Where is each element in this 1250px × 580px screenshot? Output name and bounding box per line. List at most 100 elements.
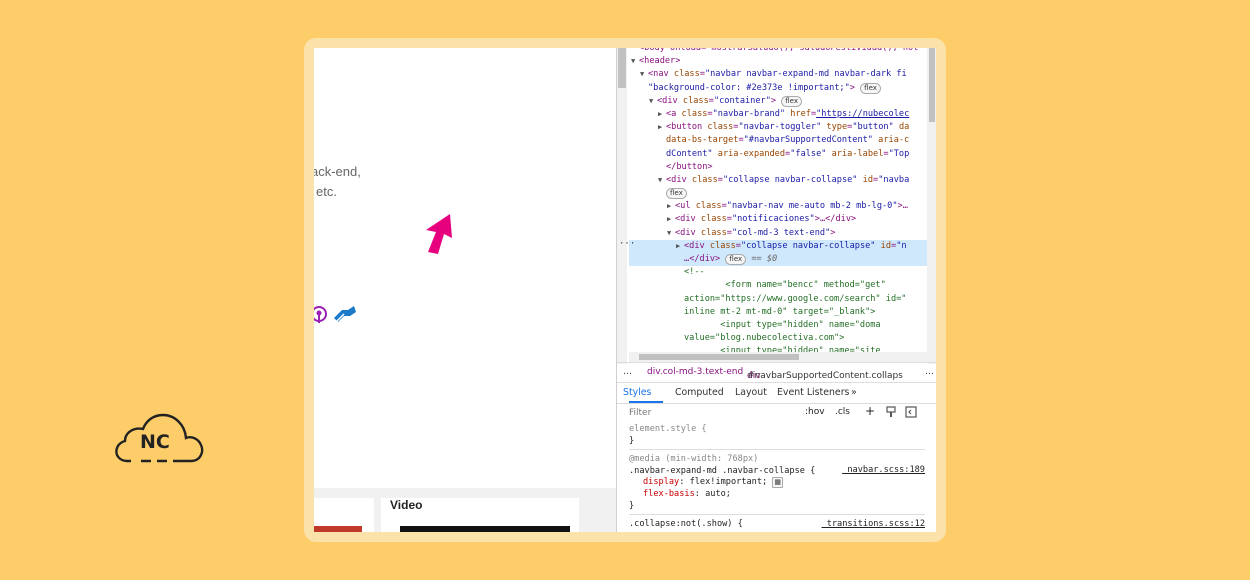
pointer-arrow-icon: [426, 214, 452, 254]
dom-node[interactable]: <!--: [629, 266, 927, 279]
dom-node[interactable]: "background-color: #2e373e !important;">…: [629, 82, 927, 95]
dom-node-selected[interactable]: ▶ <div class="collapse navbar-collapse" i…: [629, 239, 927, 253]
dom-node-markup: dContent" aria-expanded="false" aria-lab…: [666, 148, 910, 159]
dom-node-markup: <!--: [684, 267, 705, 278]
style-rule-navbar-collapse[interactable]: @media (min-width: 768px) .navbar-expand…: [629, 454, 925, 516]
dom-node[interactable]: <body onload="mostrarSaludo(); saludoFes…: [629, 48, 927, 55]
dom-node-markup: <form name="bencc" method="get": [684, 280, 886, 291]
dom-node-markup: value="blog.nubecolectiva.com">: [684, 333, 845, 344]
style-rule-collapse-not-show[interactable]: .collapse:not(.show) { _transitions.scss…: [629, 519, 925, 532]
breadcrumb: … div.col-md-3.text-end div #navbarSuppor…: [617, 362, 936, 383]
dom-node[interactable]: <input type="hidden" name="doma: [629, 319, 927, 332]
nubecolectiva-logo: NC: [113, 405, 205, 467]
dom-node-selected[interactable]: …</div> flex == $0: [629, 253, 927, 267]
filter-input[interactable]: [629, 406, 793, 420]
dom-node-markup: <header>: [639, 56, 681, 67]
dom-node[interactable]: ▶ <button class="navbar-toggler" type="bu…: [629, 121, 927, 134]
media-query: @media (min-width: 768px): [629, 454, 759, 465]
video-card[interactable]: Video: [381, 498, 579, 532]
flexbox-editor-icon[interactable]: ▦: [772, 477, 783, 489]
dom-node[interactable]: ▼ <nav class="navbar navbar-expand-md nav…: [629, 68, 927, 81]
sidebar-tabs: Styles Computed Layout Event Listeners »: [617, 382, 936, 404]
active-tab-indicator: [629, 401, 663, 403]
dom-node-markup: flex: [666, 188, 687, 200]
dom-node-markup: <div class="container"> flex: [657, 95, 802, 107]
elements-horizontal-scrollbar[interactable]: [629, 352, 927, 362]
dom-node[interactable]: <input type="hidden" name="site: [629, 345, 927, 352]
elements-vertical-scrollbar[interactable]: [927, 48, 936, 364]
hov-toggle[interactable]: :hov: [805, 407, 825, 417]
dom-node-markup: <button class="navbar-toggler" type="but…: [666, 122, 910, 133]
dom-node[interactable]: ▶ <a class="navbar-brand" href="https://n…: [629, 108, 927, 121]
dom-node[interactable]: action="https://www.google.com/search" i…: [629, 293, 927, 306]
dom-node-markup: …</div> flex == $0: [684, 254, 778, 265]
dom-node-markup: action="https://www.google.com/search" i…: [684, 293, 907, 304]
new-rule-button[interactable]: +: [865, 404, 875, 418]
tab-styles[interactable]: Styles: [623, 387, 651, 398]
dom-node-markup: inline mt-2 mt-md-0" target="_blank">: [684, 306, 876, 317]
social-icons: [314, 304, 358, 331]
tab-computed[interactable]: Computed: [675, 387, 724, 398]
paint-brush-icon[interactable]: [885, 406, 897, 418]
rule-source-link[interactable]: _navbar.scss:189: [842, 465, 925, 477]
toggle-sidebar-icon[interactable]: [905, 406, 917, 418]
dom-node-markup: <div class="notificaciones">…</div>: [675, 214, 857, 225]
dom-node[interactable]: flex: [629, 187, 927, 200]
elements-tree[interactable]: <body onload="mostrarSaludo(); saludoFes…: [629, 48, 927, 352]
logo-text: NC: [140, 431, 170, 453]
dom-node[interactable]: inline mt-2 mt-md-0" target="_blank">: [629, 306, 927, 319]
web-page: ack-end, etc. Video: [314, 48, 616, 532]
breadcrumb-item[interactable]: div.col-md-3.text-end: [647, 367, 743, 377]
expand-right-icon[interactable]: ▶: [667, 213, 675, 226]
dom-node-markup: <body onload="mostrarSaludo(); saludoFes…: [639, 48, 919, 53]
dom-node-markup: <div class="collapse navbar-collapse" id…: [684, 240, 907, 251]
expand-right-icon[interactable]: ▶: [667, 200, 675, 213]
style-declaration[interactable]: flex-basis: auto;: [629, 489, 925, 501]
expand-right-icon[interactable]: ▶: [676, 240, 684, 253]
dom-node[interactable]: ▶ <div class="notificaciones">…</div>: [629, 213, 927, 226]
rule-source-link[interactable]: _transitions.scss:12: [822, 519, 925, 531]
expand-down-icon[interactable]: ▼: [640, 68, 648, 81]
thumbnail-image: [314, 526, 362, 532]
tab-layout[interactable]: Layout: [735, 387, 767, 398]
expand-down-icon[interactable]: ▼: [667, 227, 675, 240]
dom-node[interactable]: </button>: [629, 161, 927, 174]
expand-down-icon[interactable]: ▼: [649, 95, 657, 108]
style-declaration[interactable]: display: flex!important; ▦: [629, 477, 925, 489]
dom-node-markup: <a class="navbar-brand" href="https://nu…: [666, 108, 910, 119]
tabs-more-chevron[interactable]: »: [851, 387, 857, 398]
dom-node-markup: data-bs-target="#navbarSupportedContent"…: [666, 135, 910, 146]
style-rule-element[interactable]: element.style { }: [629, 424, 925, 451]
thumbnail-card[interactable]: [314, 498, 374, 532]
dom-node[interactable]: dContent" aria-expanded="false" aria-lab…: [629, 148, 927, 161]
rule-close: }: [629, 435, 635, 446]
dom-node[interactable]: ▼ <div class="container"> flex: [629, 95, 927, 108]
dom-node-markup: <div class="col-md-3 text-end">: [675, 227, 836, 238]
video-card-title: Video: [390, 498, 423, 512]
expand-down-icon[interactable]: ▼: [658, 174, 666, 187]
video-player[interactable]: [400, 526, 570, 532]
page-scrollbar[interactable]: [617, 48, 627, 364]
dom-node-markup: </button>: [666, 161, 713, 172]
expand-right-icon[interactable]: ▶: [658, 121, 666, 134]
expand-right-icon[interactable]: ▶: [658, 108, 666, 121]
dom-node[interactable]: ▼ <div class="collapse navbar-collapse" i…: [629, 174, 927, 187]
row-actions-dots[interactable]: ···: [619, 239, 635, 249]
tab-event-listeners[interactable]: Event Listeners: [777, 387, 849, 398]
dom-node[interactable]: ▼ <div class="col-md-3 text-end">: [629, 227, 927, 240]
dom-node-markup: <nav class="navbar navbar-expand-md navb…: [648, 69, 907, 80]
styles-pane: element.style { } @media (min-width: 768…: [629, 424, 925, 532]
breadcrumb-ellipsis[interactable]: …: [623, 367, 632, 377]
dom-node[interactable]: data-bs-target="#navbarSupportedContent"…: [629, 134, 927, 147]
dom-node-markup: <ul class="navbar-nav me-auto mb-2 mb-lg…: [675, 201, 908, 212]
dom-node-markup: <input type="hidden" name="doma: [684, 319, 881, 330]
breadcrumb-more[interactable]: …: [925, 367, 934, 377]
podcast-icon[interactable]: [314, 306, 327, 323]
dom-node[interactable]: <form name="bencc" method="get": [629, 279, 927, 292]
dom-node[interactable]: ▼ <header>: [629, 55, 927, 68]
cls-toggle[interactable]: .cls: [835, 407, 850, 417]
expand-down-icon[interactable]: ▼: [631, 55, 639, 68]
dom-node[interactable]: ▶ <ul class="navbar-nav me-auto mb-2 mb-l…: [629, 200, 927, 213]
share-icon[interactable]: [334, 306, 356, 323]
dom-node[interactable]: value="blog.nubecolectiva.com">: [629, 332, 927, 345]
